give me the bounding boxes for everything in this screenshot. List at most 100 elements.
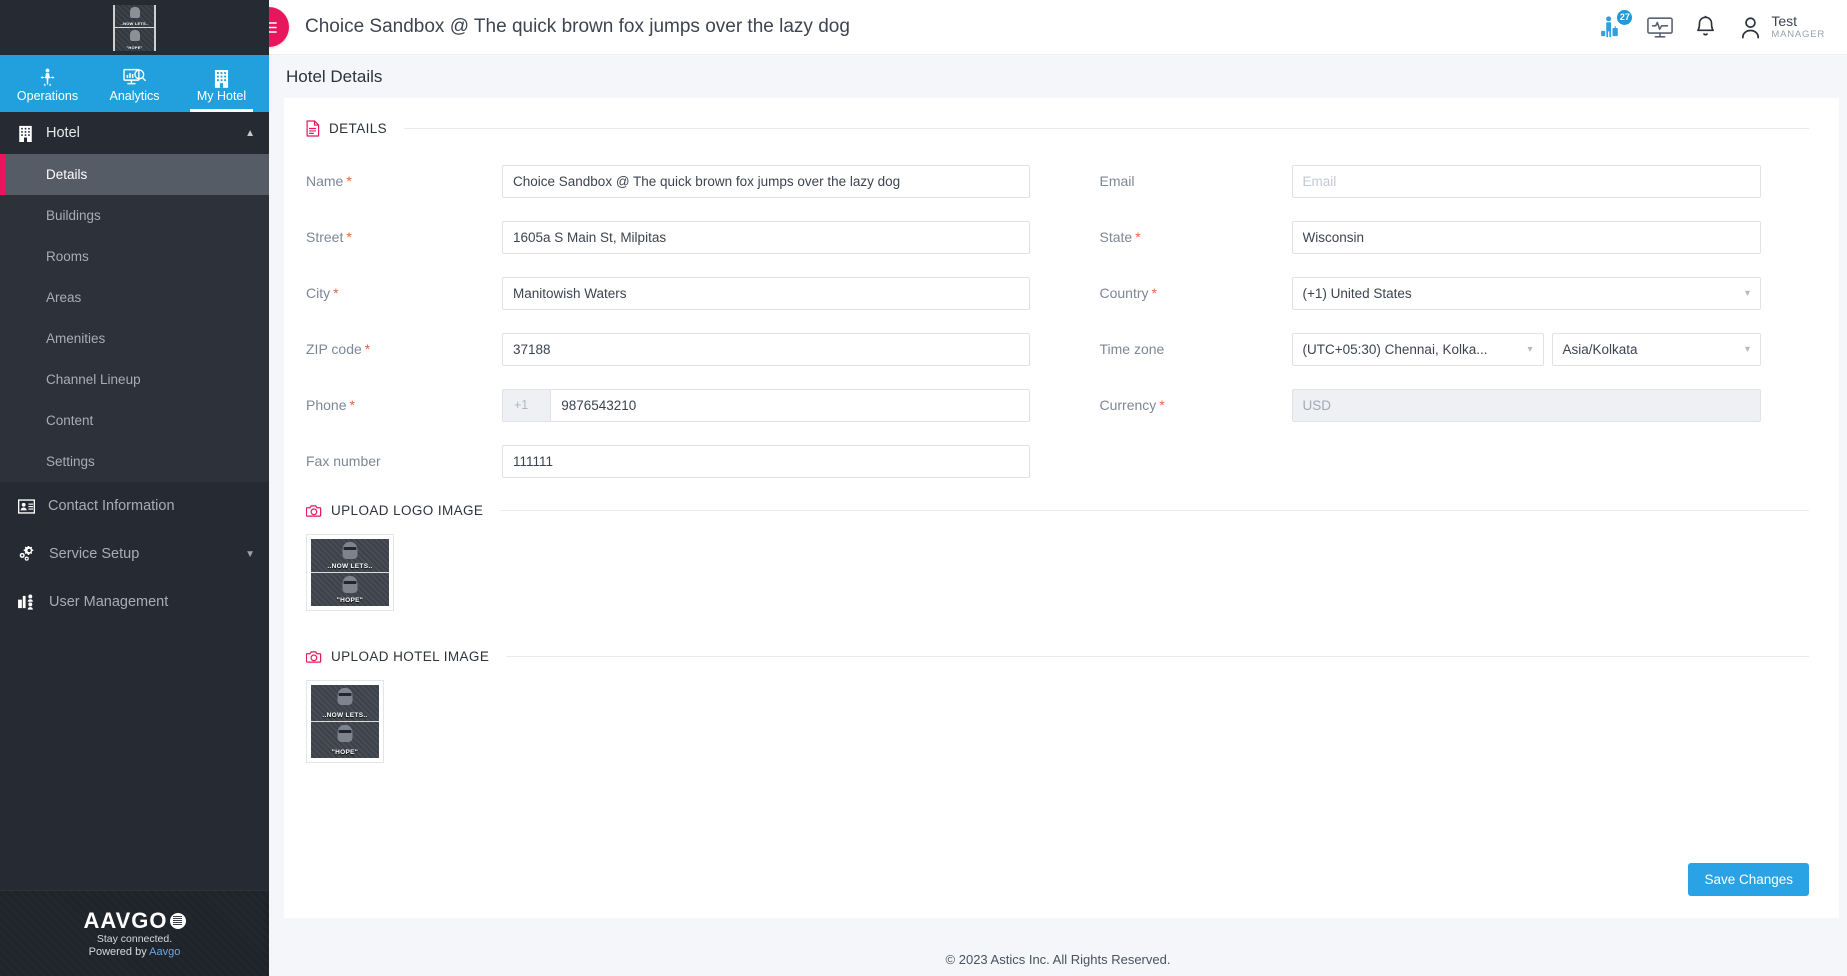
required-marker: * — [333, 285, 339, 301]
time-zone-offset-select[interactable]: (UTC+05:30) Chennai, Kolka... ▾ — [1291, 332, 1544, 366]
sidebar-item-label: Rooms — [46, 249, 89, 264]
logo-thumb-caption-top: ..NOW LETS.. — [327, 563, 373, 570]
phone-input[interactable] — [550, 388, 1030, 422]
field-label: Fax number — [306, 453, 381, 469]
sidebar-item-label: User Management — [49, 594, 169, 610]
sidebar: ..NOW LETS.. "HOPE" Operations Analytics… — [0, 0, 269, 976]
sidebar-item-user-management[interactable]: User Management — [0, 578, 269, 626]
main-content: Hotel Details DETAILS Name * Choice Sand… — [269, 55, 1847, 976]
tab-label: Operations — [16, 89, 79, 103]
chevron-down-icon: ▾ — [1744, 287, 1750, 299]
chevron-up-icon[interactable]: ▲ — [245, 128, 255, 139]
tab-label: Analytics — [109, 89, 160, 103]
building-icon — [18, 125, 33, 142]
country-select[interactable]: (+1) United States ▾ — [1291, 276, 1761, 310]
section-label: UPLOAD LOGO IMAGE — [331, 503, 484, 518]
field-phone: Phone * +1 — [306, 377, 1030, 433]
user-role: MANAGER — [1771, 29, 1825, 40]
sidebar-logo: ..NOW LETS.. "HOPE" — [0, 0, 269, 55]
email-input[interactable] — [1291, 164, 1761, 198]
page-title: Hotel Details — [286, 66, 383, 86]
aavgo-link[interactable]: Aavgo — [149, 946, 180, 958]
upload-hotel-section: UPLOAD HOTEL IMAGE ..NOW LETS.. "HOPE" — [306, 649, 1809, 763]
monitor-pulse-icon[interactable] — [1647, 16, 1674, 39]
required-marker: * — [346, 229, 352, 245]
name-input[interactable] — [502, 164, 1030, 198]
user-name: Test — [1771, 13, 1798, 29]
save-bar: Save Changes — [1688, 863, 1809, 896]
field-label: Phone * — [306, 397, 355, 413]
chevron-down-icon[interactable]: ▼ — [245, 549, 255, 560]
save-changes-button[interactable]: Save Changes — [1688, 863, 1809, 896]
field-zip-code: ZIP code * — [306, 321, 1030, 377]
hotel-image-thumbnail[interactable]: ..NOW LETS.. "HOPE" — [306, 680, 384, 763]
tab-operations[interactable]: Operations — [4, 55, 91, 112]
sidebar-item-service-setup[interactable]: Service Setup ▼ — [0, 530, 269, 578]
sidebar-item-areas[interactable]: Areas — [0, 277, 269, 318]
sidebar-item-details[interactable]: Details — [0, 154, 269, 195]
aavgo-wordmark-text: AAVGO — [83, 907, 168, 933]
sidebar-item-channel-lineup[interactable]: Channel Lineup — [0, 359, 269, 400]
sidebar-sub-items: Details Buildings Rooms Areas Amenities … — [0, 154, 269, 482]
tab-my-hotel[interactable]: My Hotel — [178, 55, 265, 112]
sidebar-group-hotel[interactable]: Hotel ▲ — [0, 112, 269, 154]
tab-label: My Hotel — [196, 89, 247, 103]
currency-input: USD — [1291, 388, 1761, 422]
bell-icon[interactable] — [1695, 15, 1716, 39]
country-select-value: (+1) United States — [1302, 285, 1412, 301]
sidebar-item-label: Buildings — [46, 208, 101, 223]
chevron-down-icon: ▾ — [1527, 343, 1533, 355]
logo-thumb-caption-bottom: "HOPE" — [336, 597, 364, 604]
powered-by-prefix: Powered by — [88, 945, 150, 958]
sidebar-item-buildings[interactable]: Buildings — [0, 195, 269, 236]
field-currency: Currency * USD — [1099, 377, 1761, 433]
section-label: UPLOAD HOTEL IMAGE — [331, 649, 490, 664]
guest-icon[interactable]: 27 — [1600, 8, 1634, 40]
user-management-icon — [18, 594, 36, 610]
field-label: Country * — [1099, 285, 1157, 301]
sidebar-item-settings[interactable]: Settings — [0, 441, 269, 482]
header-actions: 27 Test MANAGER — [1600, 8, 1847, 40]
required-marker: * — [346, 173, 352, 189]
field-label: Email — [1099, 173, 1135, 189]
fax-number-input[interactable] — [502, 444, 1030, 478]
form-column-left: Name* Street* City* — [306, 153, 1058, 489]
time-zone-offset-value: (UTC+05:30) Chennai, Kolka... — [1302, 341, 1488, 357]
section-divider — [500, 510, 1809, 511]
city-input[interactable] — [502, 276, 1030, 310]
field-email: Email — [1099, 153, 1761, 209]
form-column-right: Email State* Country* — [1058, 153, 1810, 489]
section-divider — [506, 656, 1809, 657]
field-label: Currency * — [1099, 397, 1165, 413]
operations-icon — [37, 67, 58, 88]
state-input[interactable] — [1291, 220, 1761, 254]
aavgo-badge-icon — [169, 912, 186, 929]
user-menu[interactable]: Test MANAGER — [1738, 14, 1825, 40]
required-marker: * — [349, 397, 355, 413]
details-section-header: DETAILS — [306, 120, 1809, 137]
field-label: State * — [1099, 229, 1141, 245]
details-card: DETAILS Name* Street* — [284, 98, 1839, 918]
sidebar-menu: Hotel ▲ Details Buildings Rooms Areas Am… — [0, 112, 269, 890]
section-label: DETAILS — [329, 121, 388, 136]
field-name: Name * — [306, 153, 1030, 209]
gear-icon — [18, 546, 36, 562]
top-nav-tabs: Operations Analytics My Hotel — [0, 55, 269, 112]
hotel-logo-thumbnail: ..NOW LETS.. "HOPE" — [113, 4, 156, 51]
field-label: ZIP code * — [306, 341, 371, 357]
details-form: Name* Street* City* — [306, 153, 1809, 489]
sidebar-item-rooms[interactable]: Rooms — [0, 236, 269, 277]
tab-analytics[interactable]: Analytics — [91, 55, 178, 112]
user-avatar-icon — [1738, 15, 1763, 40]
logo-image-thumbnail[interactable]: ..NOW LETS.. "HOPE" — [306, 534, 394, 611]
hotel-thumb-caption-top: ..NOW LETS.. — [322, 712, 368, 719]
street-input[interactable] — [502, 220, 1030, 254]
upload-logo-section: UPLOAD LOGO IMAGE ..NOW LETS.. "HOPE" — [306, 503, 1809, 611]
sidebar-item-content[interactable]: Content — [0, 400, 269, 441]
sidebar-item-contact-information[interactable]: Contact Information — [0, 482, 269, 530]
sidebar-item-amenities[interactable]: Amenities — [0, 318, 269, 359]
zip-code-input[interactable] — [502, 332, 1030, 366]
time-zone-region-select[interactable]: Asia/Kolkata ▾ — [1551, 332, 1761, 366]
sidebar-item-label: Contact Information — [48, 498, 175, 514]
field-state: State * — [1099, 209, 1761, 265]
